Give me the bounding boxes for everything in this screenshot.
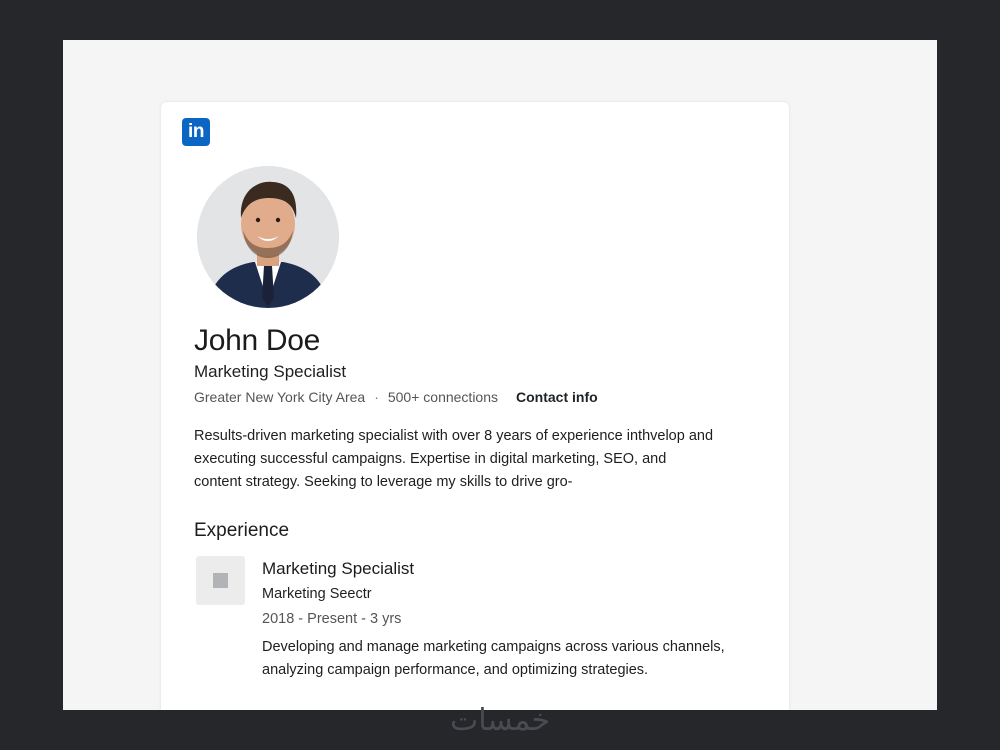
profile-meta: Greater New York City Area · 500+ connec… (194, 389, 598, 405)
contact-info-link[interactable]: Contact info (516, 389, 598, 405)
experience-dates: 2018 - Present - 3 yrs (262, 611, 402, 627)
profile-summary: Results-driven marketing specialist with… (194, 425, 754, 494)
experience-company[interactable]: Marketing Seectr (262, 586, 372, 602)
profile-location: Greater New York City Area (194, 389, 366, 405)
summary-line: Results-driven marketing specialist with… (194, 428, 714, 444)
connections-count[interactable]: 500+ connections (388, 389, 498, 405)
profile-headline: Marketing Specialist (194, 362, 347, 381)
linkedin-logo-icon[interactable]: in (182, 118, 210, 146)
meta-separator: · (374, 389, 379, 405)
summary-line: executing successful campaigns. Expertis… (194, 451, 667, 467)
experience-description-line: analyzing campaign performance, and opti… (262, 662, 649, 678)
experience-description: Developing and manage marketing campaign… (262, 636, 762, 682)
experience-section-title: Experience (194, 520, 290, 541)
profile-name: John Doe (194, 324, 321, 357)
experience-description-line: Developing and manage marketing campaign… (262, 639, 725, 655)
summary-line: content strategy. Seeking to leverage my… (194, 474, 573, 490)
company-logo-placeholder[interactable] (196, 556, 245, 605)
company-placeholder-icon (213, 573, 228, 588)
profile-avatar[interactable] (197, 166, 339, 308)
experience-job-title[interactable]: Marketing Specialist (262, 559, 414, 579)
profile-photo (197, 166, 339, 308)
page-canvas: in John Doe Marketing Specialist Greater… (63, 40, 937, 710)
watermark-logo: خمسات (449, 703, 551, 738)
profile-card: in John Doe Marketing Specialist Greater… (161, 102, 789, 710)
